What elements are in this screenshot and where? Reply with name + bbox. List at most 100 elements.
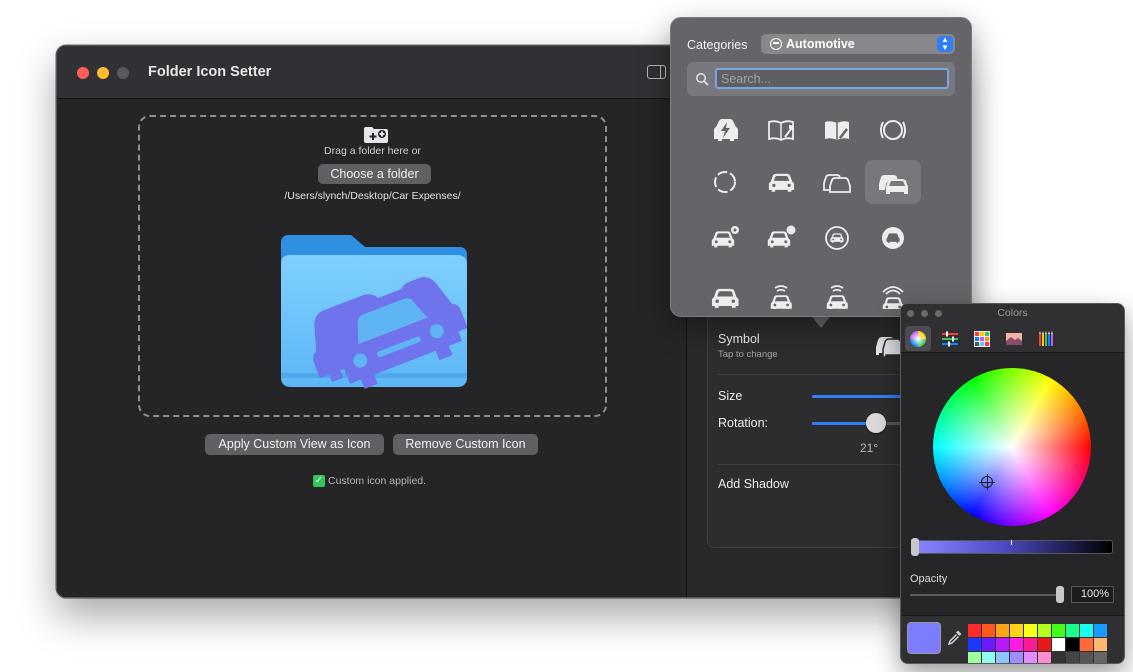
brightness-slider-knob[interactable] bbox=[911, 538, 919, 556]
color-wheel-icon bbox=[910, 331, 926, 347]
car-front-icon bbox=[711, 288, 739, 308]
color-swatch[interactable] bbox=[996, 652, 1009, 663]
close-window-button[interactable] bbox=[77, 67, 89, 79]
symbol-label: Symbol bbox=[718, 332, 760, 346]
color-swatch[interactable] bbox=[1080, 624, 1093, 637]
opacity-value-field[interactable]: 100% bbox=[1071, 586, 1114, 603]
colors-bottom-bar bbox=[901, 615, 1124, 663]
car-icon bbox=[768, 173, 795, 192]
book-wrench-fill-icon bbox=[825, 121, 849, 140]
image-palettes-tab[interactable] bbox=[1001, 326, 1027, 351]
symbol-cell-car-waves-up[interactable] bbox=[753, 274, 809, 316]
symbol-cell-two-cars-fill[interactable] bbox=[865, 160, 921, 204]
color-swatch[interactable] bbox=[1024, 638, 1037, 651]
colors-title: Colors bbox=[997, 307, 1028, 319]
remove-custom-icon-button[interactable]: Remove Custom Icon bbox=[393, 434, 538, 455]
color-swatch[interactable] bbox=[1080, 652, 1093, 663]
color-swatch[interactable] bbox=[1066, 638, 1079, 651]
symbol-cell-book-wrench[interactable] bbox=[753, 108, 809, 152]
color-swatch[interactable] bbox=[1024, 652, 1037, 663]
color-swatch[interactable] bbox=[982, 624, 995, 637]
color-swatch[interactable] bbox=[982, 638, 995, 651]
color-swatch[interactable] bbox=[1010, 638, 1023, 651]
color-palettes-tab[interactable] bbox=[969, 326, 995, 351]
color-swatch[interactable] bbox=[968, 624, 981, 637]
color-swatch[interactable] bbox=[996, 624, 1009, 637]
rotation-value: 21° bbox=[860, 441, 879, 455]
color-sliders-tab[interactable] bbox=[937, 326, 963, 351]
color-swatch[interactable] bbox=[1052, 652, 1065, 663]
symbol-cell-car[interactable] bbox=[753, 160, 809, 204]
symbol-cell-book-wrench-fill[interactable] bbox=[809, 108, 865, 152]
symbol-search-input[interactable] bbox=[715, 68, 949, 89]
current-color-well[interactable] bbox=[907, 622, 941, 654]
main-pane: Drag a folder here or Choose a folder /U… bbox=[57, 100, 686, 597]
color-wheel[interactable] bbox=[933, 368, 1091, 526]
sidebar-toggle-icon[interactable] bbox=[647, 65, 666, 79]
color-swatch[interactable] bbox=[1010, 652, 1023, 663]
color-swatch[interactable] bbox=[1094, 652, 1107, 663]
rotation-slider-knob[interactable] bbox=[866, 413, 886, 433]
image-palette-icon bbox=[1006, 333, 1022, 345]
color-swatch[interactable] bbox=[1038, 624, 1051, 637]
folder-drop-zone[interactable]: Drag a folder here or Choose a folder /U… bbox=[138, 115, 607, 417]
folder-preview-icon bbox=[281, 235, 467, 389]
color-wheel-tab[interactable] bbox=[905, 326, 931, 351]
category-value: Automotive bbox=[786, 37, 855, 51]
symbol-cell-bolt-car[interactable] bbox=[697, 108, 753, 152]
pencils-tab[interactable] bbox=[1033, 326, 1059, 351]
categories-label: Categories bbox=[687, 38, 748, 52]
opacity-label: Opacity bbox=[910, 573, 948, 585]
color-swatch[interactable] bbox=[1052, 624, 1065, 637]
zoom-window-button[interactable] bbox=[117, 67, 129, 79]
symbol-sublabel: Tap to change bbox=[718, 349, 778, 360]
add-shadow-label[interactable]: Add Shadow bbox=[718, 477, 789, 491]
color-wheel-crosshair-icon[interactable] bbox=[979, 474, 995, 490]
color-swatch[interactable] bbox=[1094, 624, 1107, 637]
color-swatch[interactable] bbox=[1024, 624, 1037, 637]
symbol-cell-car-gear[interactable] bbox=[697, 216, 753, 260]
category-select[interactable]: Automotive ▲ ▼ bbox=[761, 34, 955, 54]
color-swatch[interactable] bbox=[1080, 638, 1093, 651]
brightness-slider[interactable] bbox=[913, 540, 1113, 554]
symbol-cell-car-circle-fill[interactable] bbox=[865, 216, 921, 260]
two-cars-outline-icon bbox=[823, 174, 851, 193]
color-swatch[interactable] bbox=[1066, 624, 1079, 637]
checkmark-icon: ✓ bbox=[313, 475, 325, 487]
color-swatch[interactable] bbox=[968, 652, 981, 663]
car-circle-icon bbox=[825, 226, 849, 250]
symbol-cell-car-front[interactable] bbox=[697, 274, 753, 316]
color-swatch[interactable] bbox=[968, 638, 981, 651]
minimize-window-button[interactable] bbox=[97, 67, 109, 79]
color-swatch[interactable] bbox=[982, 652, 995, 663]
symbol-cell-car-waves-up-fill[interactable] bbox=[809, 274, 865, 316]
color-swatch[interactable] bbox=[1038, 638, 1051, 651]
car-gear-icon bbox=[711, 226, 739, 248]
color-swatch[interactable] bbox=[996, 638, 1009, 651]
symbol-cell-two-cars-outline[interactable] bbox=[809, 160, 865, 204]
color-swatch[interactable] bbox=[1066, 652, 1079, 663]
sliders-icon bbox=[942, 331, 958, 347]
color-swatch[interactable] bbox=[1094, 638, 1107, 651]
symbol-cell-tire[interactable] bbox=[697, 160, 753, 204]
eyedropper-icon[interactable] bbox=[947, 629, 963, 645]
color-swatch-grid bbox=[968, 624, 1107, 663]
symbol-cell-tire-pressure[interactable] bbox=[865, 108, 921, 152]
symbol-cell-car-circle[interactable] bbox=[809, 216, 865, 260]
pencils-icon bbox=[1039, 331, 1053, 346]
opacity-slider[interactable] bbox=[910, 594, 1062, 596]
status-text: Custom icon applied. bbox=[328, 475, 427, 487]
tire-pressure-icon bbox=[880, 120, 906, 140]
palette-grid-icon bbox=[974, 331, 990, 347]
steering-wheel-icon bbox=[770, 38, 782, 50]
choose-folder-button[interactable]: Choose a folder bbox=[318, 164, 431, 184]
opacity-slider-knob[interactable] bbox=[1056, 586, 1064, 603]
symbol-cell-car-gear-fill[interactable] bbox=[753, 216, 809, 260]
car-gear-fill-icon bbox=[767, 225, 796, 248]
color-swatch[interactable] bbox=[1038, 652, 1051, 663]
color-swatch[interactable] bbox=[1052, 638, 1065, 651]
status-message: ✓ Custom icon applied. bbox=[313, 475, 426, 487]
car-waves-up-fill-icon bbox=[826, 285, 848, 309]
color-swatch[interactable] bbox=[1010, 624, 1023, 637]
apply-custom-view-button[interactable]: Apply Custom View as Icon bbox=[205, 434, 384, 455]
